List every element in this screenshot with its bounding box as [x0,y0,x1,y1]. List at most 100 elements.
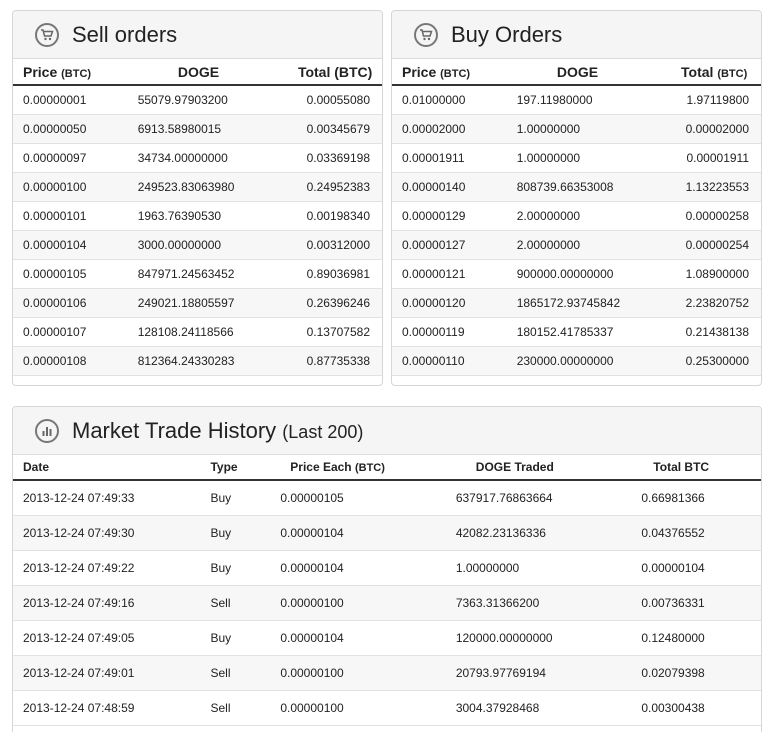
sell-orders-title: Sell orders [72,21,178,47]
doge-cell: 900000.00000000 [516,267,614,281]
type-cell: Buy [210,526,232,540]
sell-orders-panel: Sell orders Price (BTC) DOGE Total (BTC)… [12,10,383,386]
table-row[interactable]: 0.00000050 6913.58980015 0.00345679 [13,115,382,144]
doge-cell: 180152.41785337 [516,325,614,339]
total-cell: 0.00000258 [685,209,749,223]
col-total: Total (BTC) [297,63,373,80]
price-cell: 0.00000106 [23,296,87,310]
table-row[interactable]: 0.00000110 230000.00000000 0.25300000 [392,347,761,376]
table-row[interactable]: 0.00001911 1.00000000 0.00001911 [392,144,761,173]
price-cell: 0.00000105 [23,267,87,281]
table-row[interactable]: 0.00000108 812364.24330283 0.87735338 [13,347,382,376]
cart-icon [414,22,438,47]
sell-orders-table-body[interactable]: 0.00000001 55079.97903200 0.00055080 0.0000… [13,86,382,376]
sell-orders-table-header: Price (BTC) DOGE Total (BTC) [13,59,382,86]
col-price: Price (BTC) [23,63,92,80]
table-row[interactable]: 0.00000127 2.00000000 0.00000254 [392,231,761,260]
cart-icon [35,22,59,47]
table-row[interactable]: 0.00000107 128108.24118566 0.13707582 [13,318,382,347]
doge-cell: 249021.18805597 [137,296,235,310]
doge-cell: 249523.83063980 [137,180,235,194]
total-cell: 1.08900000 [685,267,749,281]
doge-cell: 2.00000000 [516,238,581,252]
price-cell: 0.00000120 [402,296,466,310]
doge-cell: 2.00000000 [516,209,581,223]
table-row[interactable]: 0.00000121 900000.00000000 1.08900000 [392,260,761,289]
total-cell: 0.00001911 [686,151,749,165]
price-cell: 0.00000119 [402,325,465,339]
col-doge: DOGE [556,63,599,80]
total-cell: 0.00000104 [641,561,705,575]
doge-cell: 128108.24118566 [137,325,234,339]
trade-history-header: Market Trade History (Last 200) [13,407,761,455]
table-row[interactable]: 0.00000101 1963.76390530 0.00198340 [13,202,382,231]
table-row[interactable]: 2013-12-24 07:49:22 Buy 0.00000104 1.000000… [13,551,761,586]
total-cell: 2.23820752 [685,296,749,310]
doge-cell: 55079.97903200 [137,93,228,107]
date-cell: 2013-12-24 07:49:16 [23,596,135,610]
doge-cell: 847971.24563452 [137,267,235,281]
table-row[interactable]: 0.01000000 197.11980000 1.97119800 [392,86,761,115]
total-cell: 0.00055080 [306,93,370,107]
date-cell: 2013-12-24 07:49:22 [23,561,135,575]
col-price-each: Price Each (BTC) [290,460,385,474]
total-cell: 0.00000254 [685,238,749,252]
bar-chart-icon [35,418,59,443]
table-row[interactable]: 0.00000097 34734.00000000 0.03369198 [13,144,382,173]
table-row[interactable]: 0.00000129 2.00000000 0.00000258 [392,202,761,231]
total-cell: 0.26396246 [306,296,370,310]
table-row[interactable]: 2013-12-24 07:48:59 Sell 0.00000100 3004.37… [13,691,761,726]
type-cell: Buy [210,491,232,505]
table-row[interactable]: 2013-12-24 07:49:01 Sell 0.00000100 20793.9… [13,656,761,691]
total-cell: 0.03369198 [306,151,370,165]
doge-cell: 34734.00000000 [137,151,228,165]
table-row[interactable]: 0.00000105 847971.24563452 0.89036981 [13,260,382,289]
total-cell: 0.66981366 [641,491,705,505]
type-cell: Sell [210,666,231,680]
doge-cell: 808739.66353008 [516,180,614,194]
table-row[interactable]: 0.00000100 249523.83063980 0.24952383 [13,173,382,202]
table-row[interactable]: 2013-12-24 07:49:16 Sell 0.00000100 7363.31… [13,586,761,621]
type-cell: Buy [210,561,232,575]
total-cell: 0.00002000 [685,122,749,136]
table-row[interactable]: 2013-12-24 07:49:05 Buy 0.00000104 120000.0… [13,621,761,656]
table-row[interactable]: 0.00000106 249021.18805597 0.26396246 [13,289,382,318]
type-cell: Buy [210,631,232,645]
doge-cell: 1.00000000 [516,122,581,136]
price-cell: 0.00000101 [23,209,87,223]
table-row[interactable]: 0.00000119 180152.41785337 0.21438138 [392,318,761,347]
price-cell: 0.00000104 [280,561,344,575]
table-row[interactable]: 0.00000120 1865172.93745842 2.23820752 [392,289,761,318]
price-cell: 0.00000104 [280,631,344,645]
table-row[interactable]: 0.00000140 808739.66353008 1.13223553 [392,173,761,202]
doge-cell: 7363.31366200 [455,596,540,610]
buy-orders-panel: Buy Orders Price (BTC) DOGE Total (BTC) … [391,10,762,386]
table-row[interactable]: 0.00000104 3000.00000000 0.00312000 [13,231,382,260]
total-cell: 0.00312000 [306,238,370,252]
price-cell: 0.00000050 [23,122,87,136]
buy-orders-table-body[interactable]: 0.01000000 197.11980000 1.97119800 0.000020… [392,86,761,376]
table-row[interactable]: 0.00002000 1.00000000 0.00002000 [392,115,761,144]
total-cell: 0.87735338 [306,354,370,368]
date-cell: 2013-12-24 07:48:59 [23,701,135,715]
type-cell: Sell [210,596,231,610]
total-cell: 1.97119800 [686,93,749,107]
total-cell: 0.21438138 [685,325,749,339]
trade-history-table-body[interactable]: 2013-12-24 07:49:33 Buy 0.00000105 637917.7… [13,481,761,726]
table-row[interactable]: 2013-12-24 07:49:30 Buy 0.00000104 42082.23… [13,516,761,551]
price-cell: 0.00000107 [23,325,87,339]
doge-cell: 1.00000000 [455,561,520,575]
total-cell: 0.04376552 [641,526,705,540]
doge-cell: 1865172.93745842 [516,296,621,310]
table-row[interactable]: 0.00000001 55079.97903200 0.00055080 [13,86,382,115]
buy-orders-header: Buy Orders [392,11,761,59]
price-cell: 0.00000001 [23,93,87,107]
total-cell: 0.24952383 [306,180,370,194]
price-cell: 0.00000104 [23,238,87,252]
date-cell: 2013-12-24 07:49:33 [23,491,135,505]
price-cell: 0.00000100 [280,596,344,610]
total-cell: 0.00198340 [306,209,370,223]
price-cell: 0.00000129 [402,209,466,223]
table-row[interactable]: 2013-12-24 07:49:33 Buy 0.00000105 637917.7… [13,481,761,516]
total-cell: 0.00345679 [306,122,370,136]
